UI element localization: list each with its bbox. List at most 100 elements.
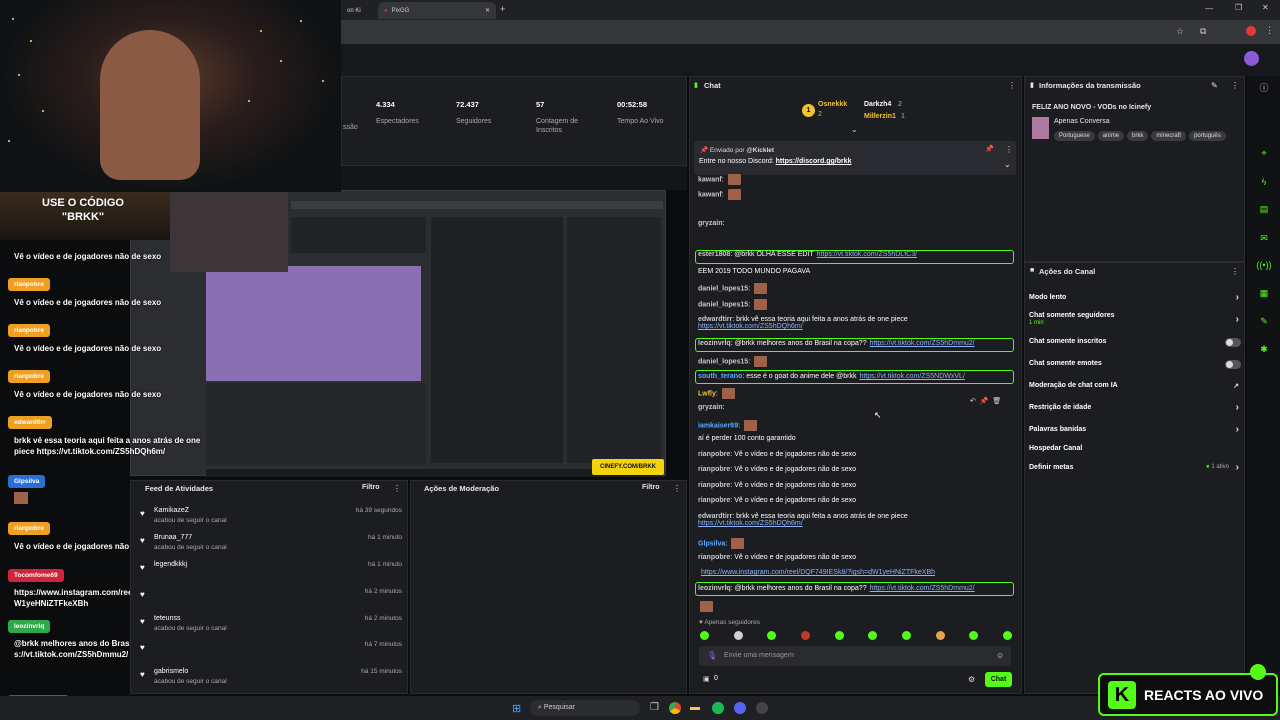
address-bar[interactable]	[341, 20, 1280, 44]
chat-settings-gear-icon[interactable]: ⚙	[968, 675, 975, 684]
action-followers-only[interactable]: Chat somente seguidores 1 min ›	[1029, 312, 1241, 326]
chrome-icon[interactable]	[669, 702, 681, 714]
layout-icon[interactable]: ▦	[1256, 285, 1272, 301]
wrench-icon[interactable]: ✎	[1256, 313, 1272, 329]
feed-filter-button[interactable]: Filtro	[362, 484, 380, 491]
chat-username[interactable]: rianpobre	[698, 497, 730, 504]
browser-menu-icon[interactable]: ⋮	[1265, 25, 1274, 36]
taskbar-search[interactable]: ⌕ Pesquisar	[530, 700, 640, 716]
user-avatar[interactable]	[1244, 51, 1259, 66]
send-chat-button[interactable]: Chat	[985, 672, 1012, 687]
chat-username[interactable]: Glpsilva	[698, 540, 725, 547]
nodes-icon[interactable]: ✱	[1256, 341, 1272, 357]
chat-username[interactable]: rianpobre	[698, 482, 730, 489]
chat-username[interactable]: rianpobre	[698, 554, 730, 561]
extensions-icon[interactable]: ⧉	[1200, 26, 1206, 37]
expand-leaders-icon[interactable]: ⌄	[851, 125, 858, 134]
chat-username[interactable]: gryzain	[698, 220, 723, 227]
actions-menu-icon[interactable]: ⋮	[1231, 267, 1239, 276]
action-banned-words[interactable]: Palavras banidas ›	[1029, 424, 1241, 435]
spotify-icon[interactable]	[712, 702, 724, 714]
emote-icon[interactable]	[700, 631, 709, 640]
obs-icon[interactable]	[756, 702, 768, 714]
action-ai-moderation[interactable]: Moderação de chat com IA ↗	[1029, 382, 1241, 390]
message-actions[interactable]: ↶ 📌 🗑	[970, 397, 1001, 405]
chat-username[interactable]: leozinvrlq	[698, 585, 731, 592]
new-tab-button[interactable]: +	[500, 4, 505, 14]
comment-icon[interactable]: ✉	[1256, 230, 1272, 246]
close-icon[interactable]: ✕	[485, 7, 490, 14]
chat-username[interactable]: Lwfly	[698, 390, 716, 397]
document-icon[interactable]: ▤	[1256, 201, 1272, 217]
separator: :	[748, 301, 753, 309]
overlay-username: rianpobre	[8, 324, 50, 337]
chat-username[interactable]: kawanf	[698, 191, 722, 198]
chat-username[interactable]: iamkaiser69	[698, 422, 738, 429]
chat-menu-icon[interactable]: ⋮	[1008, 81, 1016, 90]
broadcast-icon[interactable]: ((•))	[1256, 257, 1272, 273]
browser-tab-kick[interactable]: on Ki	[341, 2, 375, 19]
task-view-icon[interactable]: ❐	[650, 702, 659, 713]
maximize-button[interactable]: ❐	[1235, 3, 1242, 12]
chat-username[interactable]: edwardtirr	[698, 316, 732, 323]
chat-link[interactable]: https://vt.tiktok.com/ZS5hDLfC3/	[817, 251, 917, 258]
chat-username[interactable]: ester1808	[698, 251, 730, 258]
chat-username[interactable]: south_terano	[698, 373, 742, 380]
moderation-filter-button[interactable]: Filtro	[642, 484, 660, 491]
chat-link[interactable]: https://vt.tiktok.com/ZS5hDmmu2/	[870, 340, 975, 347]
chat-username[interactable]: gryzain	[698, 404, 723, 411]
crosshair-icon[interactable]: ⌖	[1256, 145, 1272, 161]
subs-only-toggle[interactable]	[1225, 338, 1241, 347]
lightning-icon[interactable]: ϟ	[1256, 174, 1272, 190]
emote-icon[interactable]	[767, 631, 777, 640]
chat-link[interactable]: https://vt.tiktok.com/ZS5hDQh6m/	[698, 520, 908, 527]
edit-pencil-icon[interactable]: ✎	[1211, 81, 1218, 90]
emote-icon[interactable]	[800, 631, 810, 640]
window-close-button[interactable]: ✕	[1262, 3, 1269, 12]
browser-tab-pixgg[interactable]: ● PixGG ✕	[378, 2, 496, 19]
pinned-menu-icon[interactable]: ⋮	[1005, 145, 1013, 154]
emote-icon[interactable]	[834, 631, 844, 640]
minimize-button[interactable]: —	[1205, 4, 1213, 13]
bookmark-star-icon[interactable]: ☆	[1176, 26, 1184, 37]
chevron-down-icon[interactable]: ⌄	[1004, 160, 1011, 169]
action-set-goals[interactable]: Definir metas ● 1 ativo ›	[1029, 462, 1241, 473]
chat-link[interactable]: https://www.instagram.com/reel/DQF749IES…	[701, 569, 935, 576]
profile-avatar[interactable]	[1246, 26, 1256, 36]
emoji-icon[interactable]: ☺	[996, 651, 1004, 660]
emote-icon[interactable]	[1002, 631, 1012, 640]
chat-username[interactable]: rianpobre	[698, 451, 730, 458]
info-menu-icon[interactable]: ⋮	[1231, 81, 1239, 90]
emote-icon[interactable]	[935, 631, 945, 640]
chat-username[interactable]: daniel_lopes15	[698, 301, 748, 308]
unpin-icon[interactable]: 📌	[985, 145, 994, 153]
action-host-channel[interactable]: Hospedar Canal	[1029, 445, 1241, 452]
chat-username[interactable]: rianpobre	[698, 466, 730, 473]
emotes-only-toggle[interactable]	[1225, 360, 1241, 369]
chat-message: iamkaiser69:	[698, 420, 757, 431]
chat-username[interactable]: kawanf	[698, 176, 722, 183]
moderation-menu-icon[interactable]: ⋮	[673, 484, 681, 493]
chat-username[interactable]: daniel_lopes15	[698, 285, 748, 292]
folder-icon[interactable]: ▬	[690, 702, 700, 713]
action-emotes-only[interactable]: Chat somente emotes	[1029, 360, 1241, 369]
emote-icon[interactable]	[733, 631, 743, 640]
chat-username[interactable]: leozinvrlq	[698, 340, 731, 347]
emote-icon[interactable]	[969, 631, 979, 640]
chat-link[interactable]: https://vt.tiktok.com/ZS5hDQh6m/	[698, 323, 908, 330]
action-age-restriction[interactable]: Restrição de idade ›	[1029, 402, 1241, 413]
action-slow-mode[interactable]: Modo lento ›	[1029, 292, 1241, 303]
emote-icon[interactable]	[868, 631, 878, 640]
chat-link[interactable]: https://vt.tiktok.com/ZS5hDmmu2/	[870, 585, 975, 592]
chat-username[interactable]: daniel_lopes15	[698, 358, 748, 365]
discord-link[interactable]: https://discord.gg/brkk	[776, 158, 852, 165]
microphone-icon[interactable]: 🎙	[707, 651, 717, 660]
emote-icon[interactable]	[901, 631, 911, 640]
chat-username[interactable]: edwardtirr	[698, 513, 732, 520]
feed-menu-icon[interactable]: ⋮	[393, 484, 401, 493]
action-subs-only[interactable]: Chat somente inscritos	[1029, 338, 1241, 347]
chat-link[interactable]: https://vt.tiktok.com/ZS5NDWxVL/	[859, 373, 964, 380]
info-circle-icon[interactable]: ⓘ	[1256, 80, 1272, 96]
windows-start-icon[interactable]: ⊞	[512, 702, 521, 715]
discord-icon[interactable]	[734, 702, 746, 714]
